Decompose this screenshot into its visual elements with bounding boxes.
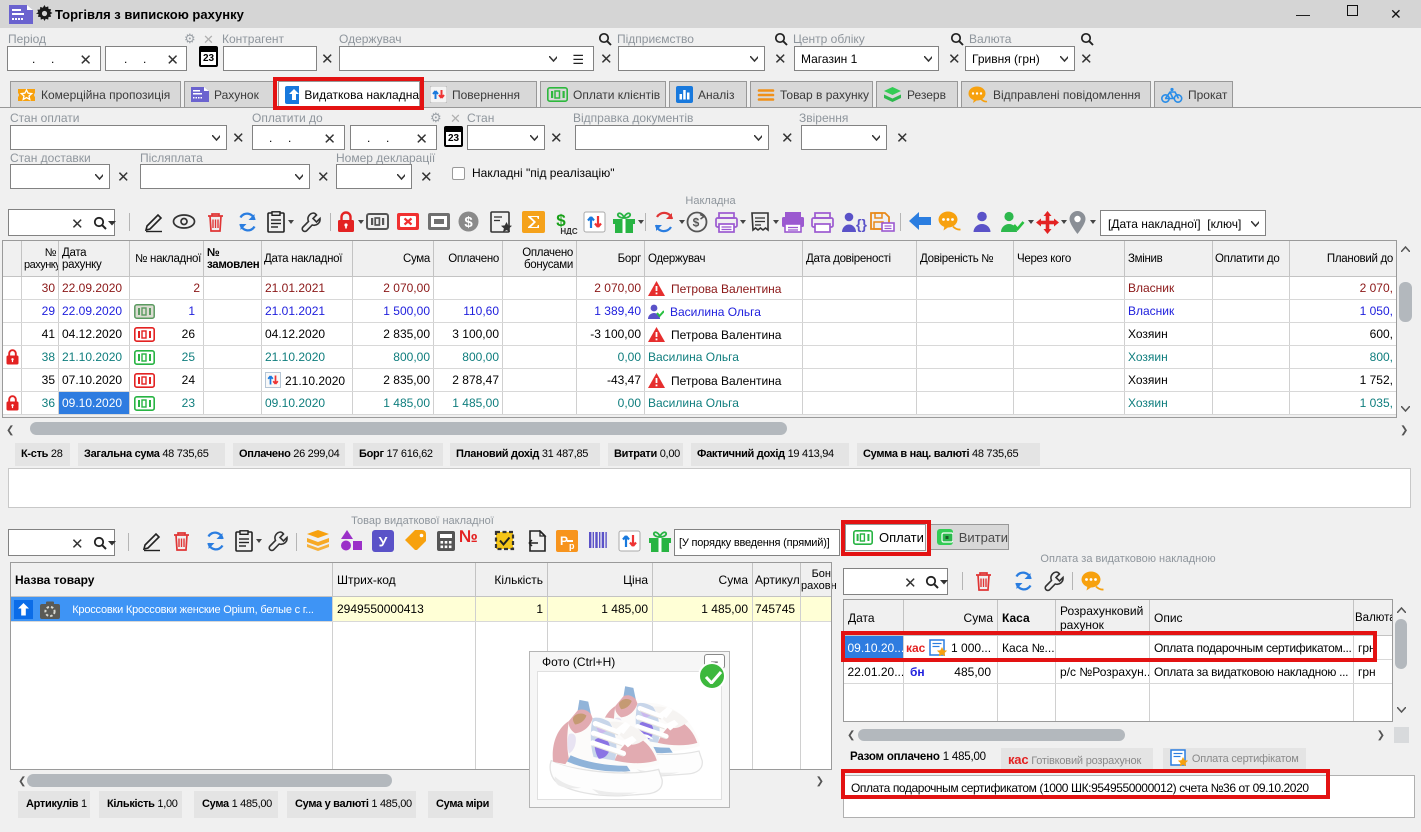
svg-text:P: P — [560, 534, 568, 548]
svg-text:$: $ — [693, 216, 700, 230]
svg-text:$: $ — [464, 214, 473, 231]
svg-text:{}: {} — [856, 216, 867, 232]
svg-text:НДС: НДС — [560, 227, 577, 235]
svg-text:p: p — [569, 541, 575, 551]
svg-text:У: У — [379, 534, 388, 550]
